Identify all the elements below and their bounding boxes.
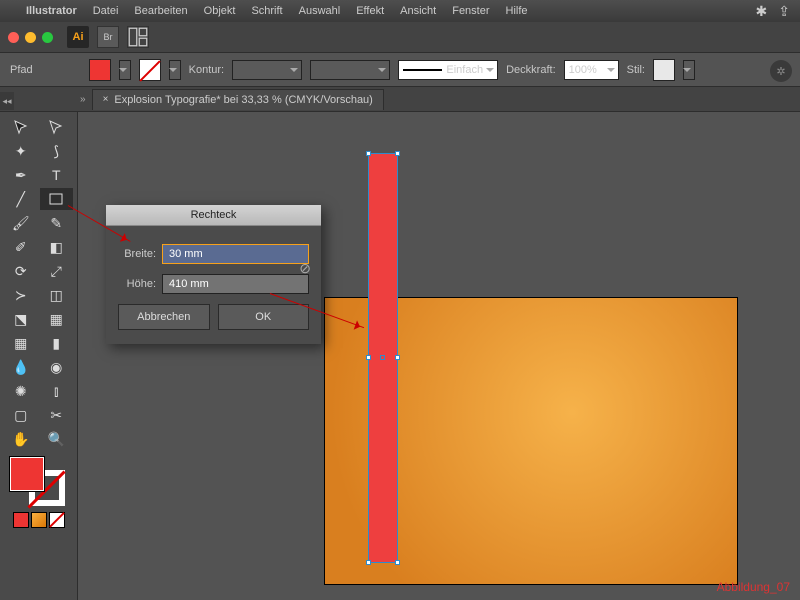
document-tab-bar: » × Explosion Typografie* bei 33,33 % (C… [0,87,800,112]
perspective-tool[interactable]: ▦ [40,308,74,330]
document-tab[interactable]: × Explosion Typografie* bei 33,33 % (CMY… [92,89,384,110]
stroke-label: Kontur: [189,64,224,76]
height-input[interactable] [162,274,309,294]
style-dropdown[interactable] [683,60,695,80]
arrange-documents-button[interactable] [127,26,149,48]
dropbox-icon[interactable]: ⇪ [778,3,790,19]
line-tool[interactable]: ╱ [4,188,38,210]
menu-schrift[interactable]: Schrift [251,5,282,17]
control-bar: Pfad Kontur: Einfach Deckkraft: 100% Sti… [0,52,800,87]
selection-type-label: Pfad [10,64,33,76]
style-label: Stil: [627,64,645,76]
opacity-select[interactable]: 100% [564,60,619,80]
pencil-tool[interactable]: ✎ [40,212,74,234]
menu-hilfe[interactable]: Hilfe [506,5,528,17]
zoom-tool[interactable]: 🔍 [40,428,74,450]
width-label: Breite: [118,248,156,260]
scale-tool[interactable]: ⤢ [40,260,74,282]
close-tab-icon[interactable]: × [103,94,109,105]
width-tool[interactable]: ≻ [4,284,38,306]
link-dimensions-icon[interactable]: ⊘ [299,260,311,277]
stroke-dropdown[interactable] [169,60,181,80]
menu-datei[interactable]: Datei [93,5,119,17]
blob-brush-tool[interactable]: ✐ [4,236,38,258]
magic-wand-tool[interactable]: ✦ [4,140,38,162]
close-window-button[interactable] [8,32,19,43]
menu-auswahl[interactable]: Auswahl [299,5,341,17]
brush-select[interactable]: Einfach [398,60,498,80]
dialog-title: Rechteck [106,205,321,226]
gradient-tool[interactable]: ▮ [40,332,74,354]
system-tray: ✱ ⇪ [747,3,790,20]
mesh-tool[interactable]: ▦ [4,332,38,354]
zoom-window-button[interactable] [42,32,53,43]
resize-handle[interactable] [366,151,371,156]
stroke-swatch[interactable] [139,59,161,81]
slice-tool[interactable]: ✂ [40,404,74,426]
tab-chevron-icon[interactable]: » [80,94,86,105]
hand-tool[interactable]: ✋ [4,428,38,450]
resize-handle[interactable] [395,355,400,360]
gradient-mode[interactable] [31,512,47,528]
figure-caption: Abbildung_07 [717,580,790,594]
artboard-tool[interactable]: ▢ [4,404,38,426]
eyedropper-tool[interactable]: 💧 [4,356,38,378]
resize-handle[interactable] [395,560,400,565]
cancel-button[interactable]: Abbrechen [118,304,210,330]
eraser-tool[interactable]: ◧ [40,236,74,258]
paintbrush-tool[interactable]: 🖌 [4,212,38,234]
bridge-button[interactable]: Br [97,26,119,48]
document-tab-title: Explosion Typografie* bei 33,33 % (CMYK/… [114,94,372,106]
graphic-style-swatch[interactable] [653,59,675,81]
fill-color-swatch[interactable] [9,456,45,492]
blend-tool[interactable]: ◉ [40,356,74,378]
fill-dropdown[interactable] [119,60,131,80]
minimize-window-button[interactable] [25,32,36,43]
none-mode[interactable] [49,512,65,528]
rectangle-dialog: Rechteck Breite: Höhe: ⊘ Abbrechen OK [106,205,321,344]
collapse-panel-button[interactable]: ◂◂ [0,92,14,110]
pen-tool[interactable]: ✒ [4,164,38,186]
menu-objekt[interactable]: Objekt [204,5,236,17]
evernote-icon[interactable]: ✱ [755,3,767,19]
selected-rectangle[interactable] [368,153,398,563]
menu-bearbeiten[interactable]: Bearbeiten [134,5,187,17]
menu-ansicht[interactable]: Ansicht [400,5,436,17]
direct-selection-tool[interactable] [40,116,74,138]
menu-fenster[interactable]: Fenster [452,5,489,17]
rotate-tool[interactable]: ⟳ [4,260,38,282]
rectangle-tool[interactable] [40,188,74,210]
app-titlebar: Ai Br [0,22,800,52]
illustrator-logo-icon: Ai [67,26,89,48]
resize-handle[interactable] [395,151,400,156]
center-point-icon [380,355,385,360]
stroke-weight-select[interactable] [232,60,302,80]
window-controls [8,32,53,43]
ok-button[interactable]: OK [218,304,310,330]
type-tool[interactable]: T [40,164,74,186]
lasso-tool[interactable]: ⟆ [40,140,74,162]
shape-builder-tool[interactable]: ⬔ [4,308,38,330]
symbol-sprayer-tool[interactable]: ✺ [4,380,38,402]
opacity-label: Deckkraft: [506,64,556,76]
color-mode-row [4,512,73,528]
menu-effekt[interactable]: Effekt [356,5,384,17]
width-input[interactable] [162,244,309,264]
free-transform-tool[interactable]: ◫ [40,284,74,306]
stroke-style-select[interactable] [310,60,390,80]
solid-color-mode[interactable] [13,512,29,528]
graph-tool[interactable]: ⫾ [40,380,74,402]
panel-menu-icon[interactable]: ✲ [770,60,792,82]
resize-handle[interactable] [366,560,371,565]
tool-panel: ✦⟆ ✒T ╱ 🖌✎ ✐◧ ⟳⤢ ≻◫ ⬔▦ ▦▮ 💧◉ ✺⫾ ▢✂ ✋🔍 [0,112,78,600]
resize-handle[interactable] [366,355,371,360]
fill-swatch[interactable] [89,59,111,81]
fill-stroke-control[interactable] [9,456,69,506]
height-label: Höhe: [118,278,156,290]
app-name[interactable]: Illustrator [26,5,77,17]
system-menubar: Illustrator Datei Bearbeiten Objekt Schr… [0,0,800,22]
selection-tool[interactable] [4,116,38,138]
